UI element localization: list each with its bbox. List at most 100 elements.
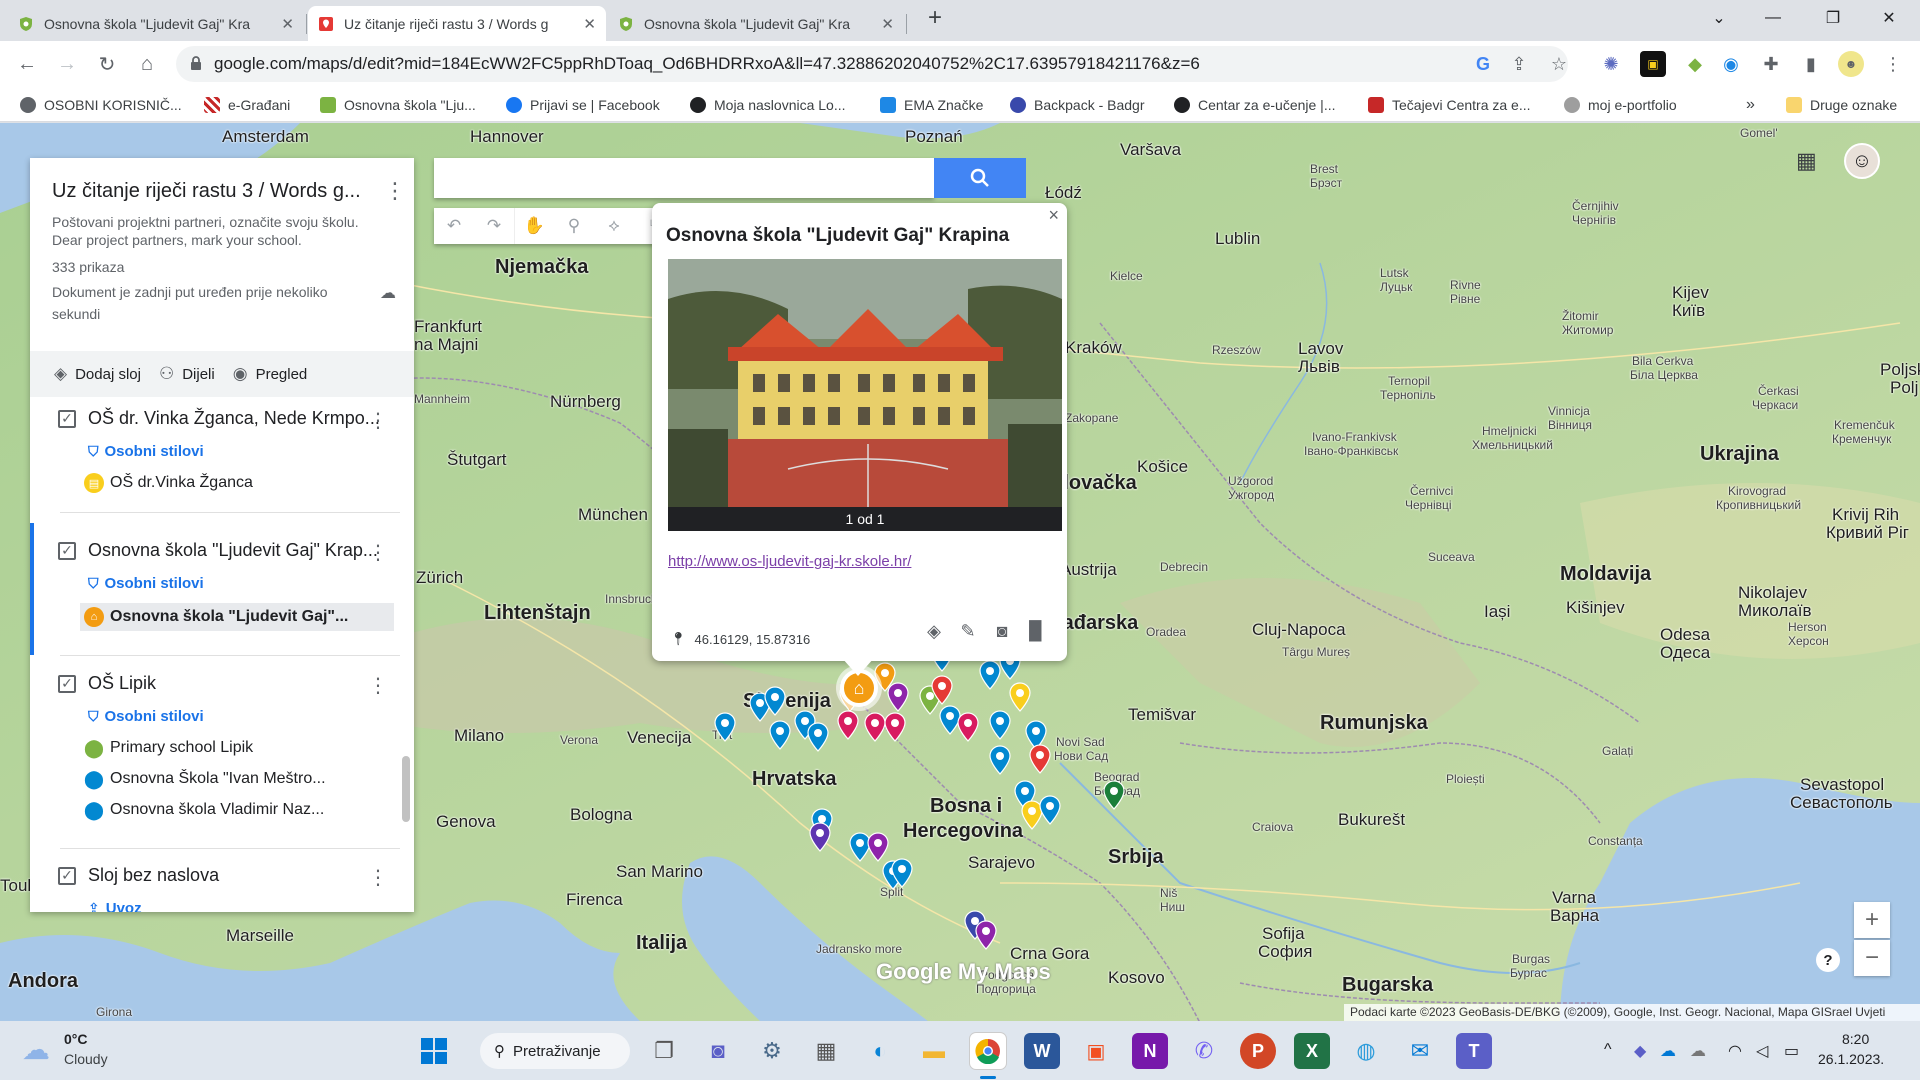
import-link[interactable]: ⇪ Uvoz	[88, 900, 142, 912]
map-search-input[interactable]	[434, 158, 934, 198]
school-website-link[interactable]: http://www.os-ljudevit-gaj-kr.skole.hr/	[668, 553, 911, 570]
school-photo[interactable]	[668, 259, 1062, 507]
edit-pencil-icon[interactable]: ✎	[951, 621, 985, 642]
tab-3[interactable]: Osnovna škola "Ljudevit Gaj" Kra ✕	[608, 6, 904, 41]
tray-overflow-icon[interactable]: ^	[1604, 1041, 1612, 1059]
close-icon[interactable]: ✕	[583, 15, 596, 33]
app-globe-icon[interactable]: ◍	[1348, 1033, 1384, 1069]
layer-menu-kebab-icon[interactable]: ⋮	[368, 540, 388, 565]
layer-row-2[interactable]: ✓ Osnovna škola "Ljudevit Gaj" Krap...	[58, 540, 378, 561]
bookmark-3[interactable]: Prijavi se | Facebook	[506, 95, 660, 115]
map-marker-pin-icon[interactable]	[1029, 744, 1051, 774]
close-window-button[interactable]: ✕	[1866, 0, 1912, 36]
store-icon[interactable]: ▣	[1078, 1033, 1114, 1069]
map-marker-pin-icon[interactable]	[979, 660, 1001, 690]
onenote-icon[interactable]: N	[1132, 1033, 1168, 1069]
bookmark-7[interactable]: Centar za e-učenje |...	[1174, 95, 1335, 115]
word-icon[interactable]: W	[1024, 1033, 1060, 1069]
bookmark-9[interactable]: moj e-portfolio	[1564, 95, 1677, 115]
extension-flower-icon[interactable]: ✺	[1598, 51, 1624, 77]
bookmark-4[interactable]: Moja naslovnica Lo...	[690, 95, 846, 115]
zoom-in-button[interactable]: +	[1854, 902, 1890, 938]
redo-icon[interactable]: ↷	[474, 208, 514, 244]
panel-menu-kebab-icon[interactable]: ⋮	[384, 178, 406, 204]
weather-desc[interactable]: Cloudy	[64, 1051, 108, 1067]
address-bar[interactable]: google.com/maps/d/edit?mid=184EcWW2FC5pp…	[176, 46, 1568, 82]
layer-style-link[interactable]: ⛉ Osobni stilovi	[88, 575, 204, 592]
map-marker-pin-icon[interactable]	[975, 920, 997, 950]
battery-icon[interactable]: ▭	[1784, 1041, 1799, 1061]
feature-item-selected[interactable]: ⌂ Osnovna škola "Ljudevit Gaj"...	[80, 603, 394, 631]
share-icon[interactable]: ⇪	[1506, 51, 1532, 77]
sidebar-icon[interactable]: ▮	[1798, 51, 1824, 77]
map-marker-pin-icon[interactable]	[957, 712, 979, 742]
menu-kebab-icon[interactable]: ⋮	[1880, 51, 1906, 77]
paint-bucket-icon[interactable]: ◈	[917, 621, 951, 642]
clock-time[interactable]: 8:20	[1842, 1031, 1869, 1047]
task-view-icon[interactable]: ❐	[646, 1033, 682, 1069]
layer-row-4[interactable]: ✓ Sloj bez naslova	[58, 865, 219, 886]
map-title[interactable]: Uz čitanje riječi rastu 3 / Words g...	[52, 180, 372, 203]
powerpoint-icon[interactable]: P	[1240, 1033, 1276, 1069]
layer-checkbox[interactable]: ✓	[58, 674, 76, 693]
layer-checkbox[interactable]: ✓	[58, 409, 76, 428]
map-description[interactable]: Poštovani projektni partneri, označite s…	[52, 213, 392, 249]
feature-item[interactable]: ▤ OŠ dr.Vinka Žganca	[84, 473, 253, 493]
map-marker-pin-icon[interactable]	[809, 822, 831, 852]
apps-grid-icon[interactable]: ▦	[1796, 148, 1817, 174]
tab-search-dropdown[interactable]: ⌄	[1696, 0, 1742, 36]
file-explorer-icon[interactable]: ▬	[916, 1033, 952, 1069]
hand-icon[interactable]: ✋	[514, 208, 554, 244]
minimize-button[interactable]: —	[1750, 0, 1796, 36]
volume-icon[interactable]: ◁	[1756, 1041, 1768, 1061]
chrome-icon[interactable]	[970, 1033, 1006, 1069]
map-marker-pin-icon[interactable]	[807, 722, 829, 752]
bookmark-8[interactable]: Tečajevi Centra za e...	[1368, 95, 1531, 115]
maximize-button[interactable]: ❐	[1810, 0, 1856, 36]
map-marker-pin-icon[interactable]	[887, 682, 909, 712]
close-icon[interactable]: ✕	[881, 15, 894, 33]
search-button[interactable]	[934, 158, 1026, 198]
tray-teams-icon[interactable]: ◆	[1634, 1041, 1646, 1061]
teams-icon[interactable]: T	[1456, 1033, 1492, 1069]
reload-icon[interactable]: ↻	[92, 49, 122, 79]
teams-chat-icon[interactable]: ◙	[700, 1033, 736, 1069]
forward-arrow-icon[interactable]: →	[52, 49, 82, 79]
edge-browser-icon[interactable]: ◐	[862, 1033, 898, 1069]
map-marker-pin-icon[interactable]	[884, 712, 906, 742]
home-icon[interactable]: ⌂	[132, 49, 162, 79]
add-marker-icon[interactable]: ⚲	[554, 208, 594, 244]
onedrive-personal-icon[interactable]: ☁	[1690, 1041, 1706, 1061]
map-marker-pin-icon[interactable]	[864, 712, 886, 742]
map-marker-pin-icon[interactable]	[837, 710, 859, 740]
layer-menu-kebab-icon[interactable]: ⋮	[368, 673, 388, 698]
layer-menu-kebab-icon[interactable]: ⋮	[368, 408, 388, 433]
bookmarks-overflow-button[interactable]: »	[1746, 95, 1755, 115]
share-button[interactable]: ⚇ Dijeli	[159, 364, 215, 384]
feature-item[interactable]: ⬤ Primary school Lipik	[84, 738, 253, 758]
close-icon[interactable]: ×	[1048, 205, 1059, 226]
tab-1[interactable]: Osnovna škola "Ljudevit Gaj" Kra ✕	[8, 6, 304, 41]
back-arrow-icon[interactable]: ←	[12, 49, 42, 79]
layer-row-1[interactable]: ✓ OŠ dr. Vinka Žganca, Nede Krmpo...	[58, 408, 380, 429]
tab-2-active[interactable]: Uz čitanje riječi rastu 3 / Words g ✕	[308, 6, 606, 41]
layer-checkbox[interactable]: ✓	[58, 866, 76, 885]
layer-style-link[interactable]: ⛉ Osobni stilovi	[88, 443, 204, 460]
wifi-icon[interactable]: ◠	[1728, 1041, 1742, 1061]
draw-line-icon[interactable]: ⟡	[594, 208, 634, 244]
undo-icon[interactable]: ↶	[434, 208, 474, 244]
help-icon[interactable]: ?	[1816, 948, 1840, 972]
panel-scrollbar[interactable]	[402, 756, 410, 822]
map-marker-pin-icon[interactable]	[1009, 682, 1031, 712]
bookmark-2[interactable]: Osnovna škola "Lju...	[320, 95, 476, 115]
extension-badge-icon[interactable]: ◆	[1682, 51, 1708, 77]
bookmark-6[interactable]: Backpack - Badgr	[1010, 95, 1145, 115]
feature-item[interactable]: ⬤ Osnovna škola Vladimir Naz...	[84, 800, 324, 820]
feature-item[interactable]: ⬤ Osnovna Škola "Ivan Meštro...	[84, 769, 326, 789]
map-marker-pin-icon[interactable]	[867, 832, 889, 862]
map-marker-pin-icon[interactable]	[714, 712, 736, 742]
add-layer-button[interactable]: ◈ Dodaj sloj	[54, 364, 141, 384]
settings-gear-icon[interactable]: ⚙	[754, 1033, 790, 1069]
close-icon[interactable]: ✕	[281, 15, 294, 33]
excel-icon[interactable]: X	[1294, 1033, 1330, 1069]
